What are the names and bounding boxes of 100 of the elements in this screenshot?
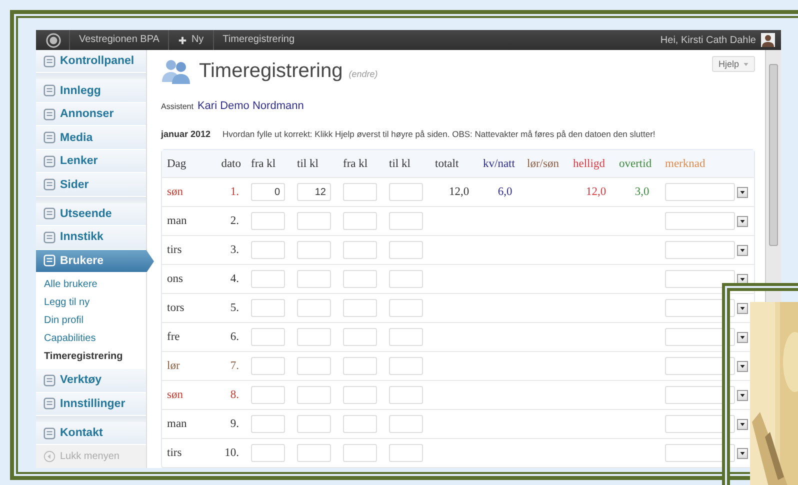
column-header: totalt	[435, 158, 460, 170]
time-input[interactable]	[389, 444, 423, 462]
column-header: til kl	[297, 158, 320, 170]
remark-field[interactable]	[665, 444, 735, 462]
menu-item-icon	[43, 84, 56, 98]
time-input[interactable]	[343, 357, 377, 375]
remark-field[interactable]	[665, 241, 735, 259]
submenu-item[interactable]: Legg til ny	[36, 294, 146, 312]
time-input[interactable]	[251, 270, 285, 288]
dropdown-button[interactable]	[737, 216, 748, 226]
time-input[interactable]	[389, 241, 423, 259]
time-input[interactable]	[389, 357, 423, 375]
page-link[interactable]: Timeregistrering	[212, 30, 304, 50]
time-input[interactable]	[251, 212, 285, 230]
column-header: dato	[220, 158, 242, 170]
remark-field[interactable]	[665, 415, 735, 433]
time-input[interactable]	[297, 241, 331, 259]
menu-item-icon	[43, 374, 56, 387]
caret-icon	[740, 248, 745, 252]
dropdown-button[interactable]	[737, 274, 748, 284]
dropdown-button[interactable]	[737, 418, 748, 430]
remark-field[interactable]	[665, 183, 735, 201]
remark-field[interactable]	[665, 212, 735, 230]
time-input[interactable]	[343, 299, 377, 317]
remark-field[interactable]	[665, 299, 735, 317]
time-input[interactable]	[251, 415, 285, 433]
time-input[interactable]	[343, 328, 377, 346]
time-input[interactable]	[343, 212, 377, 230]
time-input[interactable]	[251, 357, 285, 375]
new-link[interactable]: Ny	[168, 30, 213, 50]
dropdown-button[interactable]	[737, 186, 748, 198]
time-input[interactable]	[251, 444, 285, 462]
menu-item[interactable]: Kontrollpanel	[36, 50, 146, 74]
time-input[interactable]	[297, 299, 331, 317]
edit-link[interactable]: (endre)	[348, 69, 378, 79]
column-header: Dag	[167, 158, 188, 170]
time-input[interactable]	[389, 415, 423, 433]
time-input[interactable]: 12	[297, 183, 331, 201]
time-input[interactable]	[343, 444, 377, 462]
user-greeting[interactable]: Hei, Kirsti Cath Dahle	[660, 34, 756, 46]
menu-item[interactable]: Utseende	[36, 202, 146, 226]
menu-item[interactable]: Media	[36, 126, 146, 150]
month-label: januar 2012	[161, 129, 211, 139]
time-input[interactable]	[297, 212, 331, 230]
dropdown-button[interactable]	[737, 244, 748, 256]
date-cell-text: 3.	[229, 244, 240, 256]
time-input[interactable]	[389, 386, 423, 404]
time-input[interactable]	[343, 386, 377, 404]
time-input[interactable]	[343, 241, 377, 259]
menu-item[interactable]: Innlegg	[36, 79, 146, 103]
assistant-name-link[interactable]: Kari Demo Nordmann	[197, 100, 304, 112]
menu-item[interactable]: Sider	[36, 173, 146, 197]
remark-field[interactable]	[665, 386, 735, 404]
time-input[interactable]	[297, 386, 331, 404]
time-input[interactable]	[343, 270, 377, 288]
menu-item[interactable]: Lenker	[36, 150, 146, 174]
menu-item[interactable]: Brukere	[36, 250, 154, 274]
submenu-item[interactable]: Capabilities	[36, 330, 146, 348]
dropdown-button[interactable]	[737, 448, 748, 458]
submenu-item[interactable]: Timeregistrering	[36, 348, 146, 366]
time-input[interactable]	[297, 415, 331, 433]
time-input[interactable]	[389, 212, 423, 230]
time-input[interactable]	[389, 183, 423, 201]
date-cell-text: 2.	[229, 215, 240, 227]
time-input[interactable]: 0	[251, 183, 285, 201]
remark-field[interactable]	[665, 357, 735, 375]
remark-field[interactable]	[665, 328, 735, 346]
menu-item-icon	[43, 426, 56, 440]
menu-item[interactable]: Innstikk	[36, 226, 146, 250]
dropdown-button[interactable]	[737, 390, 748, 400]
dropdown-button[interactable]	[737, 360, 748, 372]
caret-icon	[740, 220, 745, 222]
time-input[interactable]	[389, 328, 423, 346]
time-input[interactable]	[251, 328, 285, 346]
menu-item[interactable]: Kontakt	[36, 422, 146, 446]
date-cell-text: 4.	[229, 273, 240, 285]
time-input[interactable]	[251, 386, 285, 404]
menu-item[interactable]: Annonser	[36, 102, 146, 126]
submenu-item[interactable]: Din profil	[36, 312, 146, 330]
users-icon	[161, 58, 191, 84]
time-input[interactable]	[297, 270, 331, 288]
time-input[interactable]	[251, 299, 285, 317]
submenu-item[interactable]: Alle brukere	[36, 276, 146, 294]
menu-item-icon	[43, 207, 56, 220]
time-input[interactable]	[297, 357, 331, 375]
day-cell-text: man	[167, 418, 188, 430]
time-input[interactable]	[297, 444, 331, 462]
menu-item[interactable]: Verktøy	[36, 369, 146, 393]
time-input[interactable]	[343, 415, 377, 433]
time-input[interactable]	[389, 299, 423, 317]
menu-item[interactable]: Innstillinger	[36, 392, 146, 416]
dropdown-button[interactable]	[737, 302, 748, 314]
dropdown-button[interactable]	[737, 332, 748, 342]
time-input[interactable]	[343, 183, 377, 201]
time-input[interactable]	[389, 270, 423, 288]
time-input[interactable]	[297, 328, 331, 346]
hours-value: 12,0	[448, 186, 470, 198]
help-button[interactable]: Hjelp	[712, 56, 755, 72]
time-input[interactable]	[251, 241, 285, 259]
remark-field[interactable]	[665, 270, 735, 288]
